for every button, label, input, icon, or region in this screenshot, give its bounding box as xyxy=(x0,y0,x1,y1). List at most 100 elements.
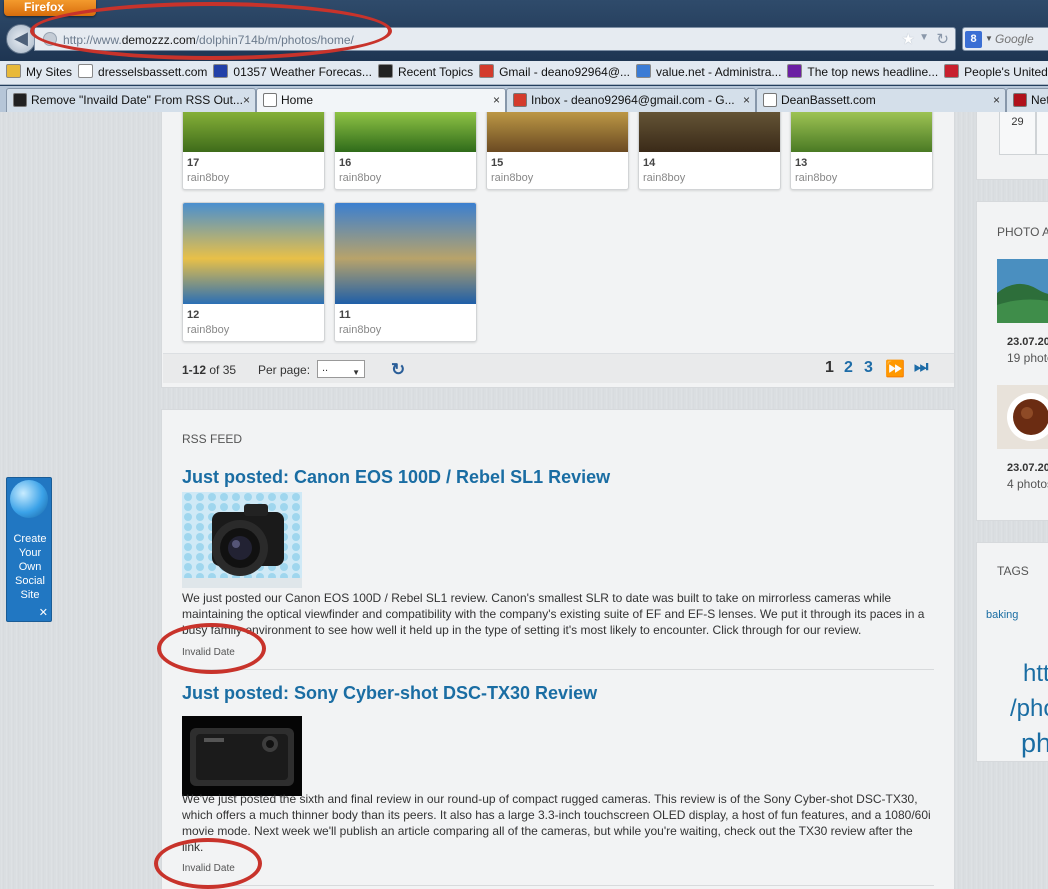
photo-image[interactable] xyxy=(183,112,324,152)
post-image-sony[interactable] xyxy=(182,708,302,804)
photo-number: 13 xyxy=(795,157,808,169)
tag-link[interactable]: baking xyxy=(986,609,1018,621)
page-icon xyxy=(263,93,277,107)
close-tab-icon[interactable]: × xyxy=(993,89,1000,111)
photo-author[interactable]: rain8boy xyxy=(339,324,381,336)
photo-thumbnail[interactable]: 16 rain8boy xyxy=(334,112,477,190)
dolphin-globe-icon xyxy=(10,480,48,518)
rss-feed-box: RSS FEED Just posted: Canon EOS 100D / R… xyxy=(161,409,955,889)
post-title-link[interactable]: Just posted: Sony Cyber-shot DSC-TX30 Re… xyxy=(182,683,597,704)
last-page-icon[interactable]: ⏭ xyxy=(914,359,928,377)
bookmark-item[interactable]: dresselsbassett.com xyxy=(78,61,207,83)
post-separator xyxy=(182,669,934,670)
bookmark-item[interactable]: My Sites xyxy=(6,61,72,83)
browser-tab[interactable]: Inbox - deano92964@gmail.com - G... × xyxy=(506,88,756,112)
reload-icon[interactable]: ↻ xyxy=(936,30,949,48)
refresh-icon[interactable]: ↻ xyxy=(391,360,405,380)
browser-tab[interactable]: Home × xyxy=(256,88,506,112)
bookmark-item[interactable]: Recent Topics xyxy=(377,61,473,83)
bookmark-label: value.net - Administra... xyxy=(656,65,782,79)
history-dropdown-icon[interactable]: ▼ xyxy=(919,32,929,43)
calendar-cell[interactable] xyxy=(1036,112,1048,155)
photo-number: 12 xyxy=(187,309,200,321)
photos-box: 17 rain8boy 16 rain8boy 15 rain8boy 14 rain8boy… xyxy=(161,112,955,388)
photo-thumbnail[interactable]: 14 rain8boy xyxy=(638,112,781,190)
search-bar[interactable]: 8 ▼ xyxy=(962,27,1048,51)
photo-author[interactable]: rain8boy xyxy=(491,172,533,184)
photo-number: 16 xyxy=(339,157,352,169)
bookmark-item[interactable]: value.net - Administra... xyxy=(636,61,781,83)
photo-number: 17 xyxy=(187,157,200,169)
url-bar[interactable]: http://www.demozzz.com/dolphin714b/m/pho… xyxy=(34,27,956,51)
site-identity-icon[interactable] xyxy=(43,32,57,46)
photo-author[interactable]: rain8boy xyxy=(187,172,229,184)
photo-thumbnail[interactable]: 15 rain8boy xyxy=(486,112,629,190)
photo-image[interactable] xyxy=(335,203,476,304)
dolphin-icon xyxy=(13,93,27,107)
photo-image[interactable] xyxy=(335,112,476,152)
netflix-icon xyxy=(1013,93,1027,107)
bookmark-label: Gmail - deano92964@... xyxy=(499,65,631,79)
social-site-widget[interactable]: Create Your Own Social Site ✕ xyxy=(6,477,52,622)
photo-image[interactable] xyxy=(639,112,780,152)
photo-author[interactable]: rain8boy xyxy=(795,172,837,184)
photo-image[interactable] xyxy=(183,203,324,304)
url-text[interactable]: http://www.demozzz.com/dolphin714b/m/pho… xyxy=(63,33,354,47)
calendar-cell[interactable]: 29 xyxy=(999,112,1036,155)
page-link-2[interactable]: 2 xyxy=(844,359,853,377)
back-button[interactable]: ◀ xyxy=(6,24,36,54)
bookmark-item[interactable]: The top news headline... xyxy=(787,61,938,83)
photo-image[interactable] xyxy=(487,112,628,152)
bookmark-star-icon[interactable]: ★ xyxy=(902,30,915,48)
tab-label: DeanBassett.com xyxy=(781,93,876,107)
dolphin-icon xyxy=(377,64,393,78)
photo-image[interactable] xyxy=(791,112,932,152)
firefox-menu-button[interactable]: Firefox xyxy=(4,0,96,16)
photo-author[interactable]: rain8boy xyxy=(643,172,685,184)
page-link-1[interactable]: 1 xyxy=(825,359,834,377)
tab-label: Netflix xyxy=(1031,93,1048,107)
photo-thumbnail[interactable]: 17 rain8boy xyxy=(182,112,325,190)
tab-label: Inbox - deano92964@gmail.com - G... xyxy=(531,93,735,107)
flag-icon xyxy=(213,64,229,78)
photo-author[interactable]: rain8boy xyxy=(187,324,229,336)
close-tab-icon[interactable]: × xyxy=(743,89,750,111)
browser-tab[interactable]: Netflix xyxy=(1006,88,1048,112)
close-tab-icon[interactable]: × xyxy=(243,89,250,111)
search-input[interactable] xyxy=(995,30,1048,48)
close-tab-icon[interactable]: × xyxy=(493,89,500,111)
post-image-canon[interactable] xyxy=(182,492,302,588)
page-content: 17 rain8boy 16 rain8boy 15 rain8boy 14 rain8boy… xyxy=(0,112,1048,889)
photo-thumbnail[interactable]: 12 rain8boy xyxy=(182,202,325,342)
photo-number: 11 xyxy=(339,309,351,321)
fast-forward-icon[interactable]: ⏩ xyxy=(885,359,905,379)
google-icon[interactable]: 8 xyxy=(965,31,982,48)
page-link-3[interactable]: 3 xyxy=(864,359,873,377)
post-title-link[interactable]: Just posted: Canon EOS 100D / Rebel SL1 … xyxy=(182,467,610,488)
album-count: 4 photos xyxy=(1007,477,1048,491)
album-date: 23.07.2013 xyxy=(1007,336,1048,348)
album-cover[interactable] xyxy=(997,259,1048,323)
tags-box: TAGS baking http /pho ph xyxy=(976,542,1048,762)
tag-cloud-link[interactable]: /pho xyxy=(1010,695,1048,723)
social-widget-text[interactable]: Create Your Own Social Site xyxy=(7,532,53,602)
bookmark-item[interactable]: People's United Bank xyxy=(944,61,1048,83)
photo-albums-title: PHOTO ALBUMS xyxy=(997,225,1048,239)
tag-cloud-link[interactable]: ph xyxy=(1021,728,1048,759)
search-engine-dropdown-icon[interactable]: ▼ xyxy=(985,34,993,43)
navigation-toolbar: ◀ http://www.demozzz.com/dolphin714b/m/p… xyxy=(0,22,1048,56)
album-cover[interactable] xyxy=(997,385,1048,449)
bookmark-label: The top news headline... xyxy=(807,65,939,79)
photo-thumbnail[interactable]: 11 rain8boy xyxy=(334,202,477,342)
bookmarks-toolbar: My Sites dresselsbassett.com 01357 Weather… xyxy=(0,61,1048,85)
bookmark-item[interactable]: 01357 Weather Forecas... xyxy=(213,61,372,83)
photo-thumbnail[interactable]: 13 rain8boy xyxy=(790,112,933,190)
browser-tab[interactable]: Remove "Invaild Date" From RSS Out... × xyxy=(6,88,256,112)
photo-author[interactable]: rain8boy xyxy=(339,172,381,184)
bookmark-label: My Sites xyxy=(26,65,73,79)
browser-tab[interactable]: DeanBassett.com × xyxy=(756,88,1006,112)
tag-cloud-link[interactable]: http xyxy=(1023,660,1048,688)
per-page-select[interactable]: .. ▼ xyxy=(317,360,365,378)
bookmark-item[interactable]: Gmail - deano92964@... xyxy=(479,61,630,83)
close-icon[interactable]: ✕ xyxy=(39,606,48,619)
